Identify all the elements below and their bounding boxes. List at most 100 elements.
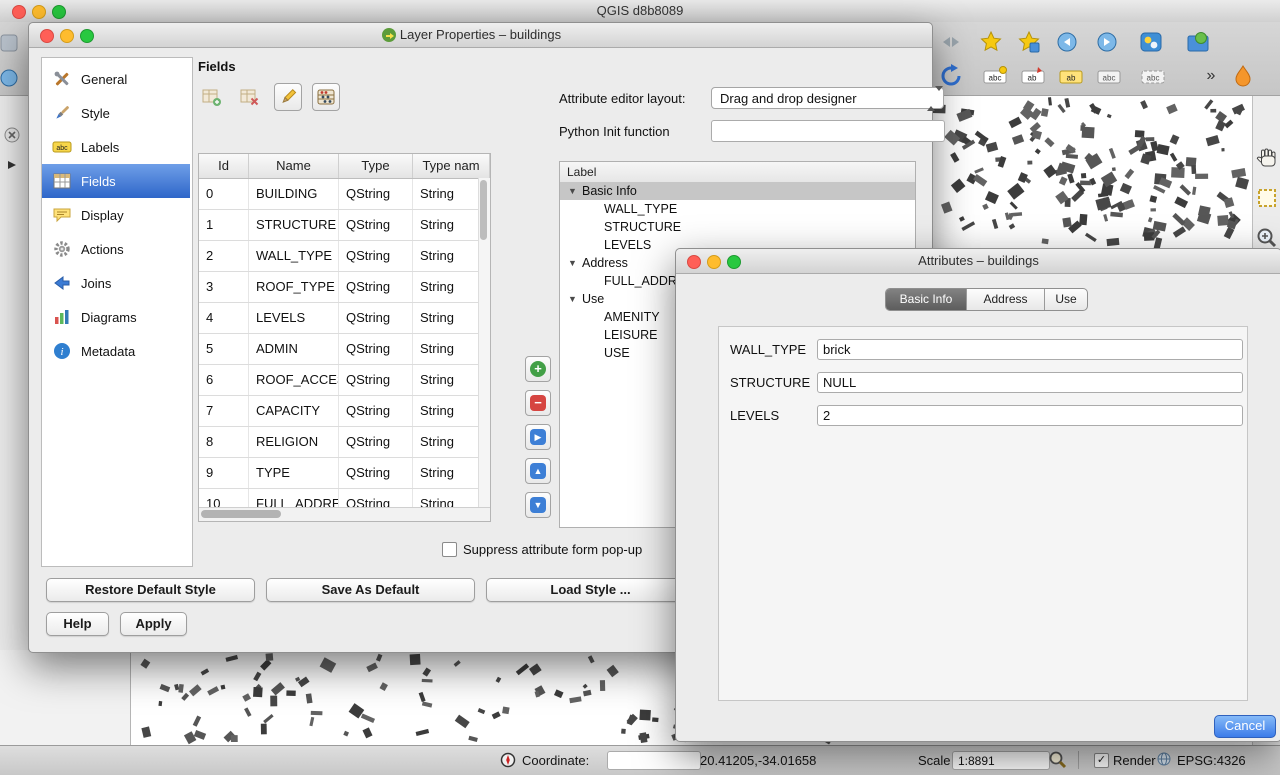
tab-basic-info[interactable]: Basic Info <box>886 289 967 310</box>
minimize-dialog-button[interactable] <box>707 255 721 269</box>
style-droplet-icon[interactable] <box>1228 61 1258 91</box>
label-highlight-icon[interactable]: ab <box>1056 61 1086 91</box>
table-row[interactable]: 5ADMINQStringString <box>199 334 490 365</box>
table-row[interactable]: 6ROOF_ACCESQStringString <box>199 365 490 396</box>
attributes-form: WALL_TYPE STRUCTURE LEVELS <box>718 326 1248 701</box>
sidebar-item-actions[interactable]: Actions <box>42 232 190 266</box>
save-as-default-button[interactable]: Save As Default <box>266 578 475 602</box>
scale-input[interactable] <box>952 751 1050 770</box>
sidebar-item-fields[interactable]: Fields <box>42 164 190 198</box>
designer-move-up-button[interactable]: ▲ <box>525 458 551 484</box>
table-row[interactable]: 8RELIGIONQStringString <box>199 427 490 458</box>
zoom-window-button[interactable] <box>52 5 66 19</box>
new-column-button[interactable] <box>198 83 224 109</box>
scale-magnifier-icon[interactable] <box>1048 750 1068 770</box>
designer-move-down-button[interactable]: ▼ <box>525 492 551 518</box>
python-init-label: Python Init function <box>559 124 670 139</box>
sidebar-item-metadata[interactable]: i Metadata <box>42 334 190 368</box>
table-row[interactable]: 9TYPEQStringString <box>199 458 490 489</box>
svg-text:ab: ab <box>1067 74 1076 83</box>
coordinate-input[interactable] <box>607 751 701 770</box>
tree-item[interactable]: ▼Basic Info <box>560 182 915 200</box>
render-checkbox[interactable]: ✓ <box>1094 753 1109 768</box>
tree-item[interactable]: STRUCTURE <box>560 218 915 236</box>
partial-toolbar-icon[interactable] <box>0 63 24 93</box>
close-dialog-button[interactable] <box>687 255 701 269</box>
cancel-button[interactable]: Cancel <box>1214 715 1276 738</box>
coordinate-label: Coordinate: <box>522 753 589 768</box>
new-bookmark-icon[interactable] <box>976 27 1006 57</box>
python-init-input[interactable] <box>711 120 945 142</box>
zoom-dialog-button[interactable] <box>80 29 94 43</box>
tab-use[interactable]: Use <box>1045 289 1087 310</box>
toggle-editing-button[interactable] <box>274 83 302 111</box>
close-window-button[interactable] <box>12 5 26 19</box>
python-console-icon[interactable] <box>1136 27 1166 57</box>
suppress-form-checkbox[interactable] <box>442 542 457 557</box>
sidebar-item-display[interactable]: Display <box>42 198 190 232</box>
sidebar-item-joins[interactable]: Joins <box>42 266 190 300</box>
show-bookmarks-icon[interactable] <box>1014 27 1044 57</box>
zoom-previous-icon[interactable] <box>1052 27 1082 57</box>
tree-item[interactable]: WALL_TYPE <box>560 200 915 218</box>
sidebar-item-diagrams[interactable]: Diagrams <box>42 300 190 334</box>
main-window-titlebar[interactable]: QGIS d8b8089 <box>0 0 1280 23</box>
pan-hand-icon[interactable] <box>1255 146 1279 170</box>
zoom-next-icon[interactable] <box>1092 27 1122 57</box>
label-move-icon[interactable]: abc <box>1094 61 1124 91</box>
field-calculator-button[interactable] <box>312 83 340 111</box>
attributes-titlebar[interactable]: Attributes – buildings <box>676 249 1280 274</box>
column-header[interactable]: Id <box>199 154 249 178</box>
wall-type-input[interactable] <box>817 339 1243 360</box>
column-header[interactable]: Type <box>339 154 413 178</box>
table-row[interactable]: 7CAPACITYQStringString <box>199 396 490 427</box>
plugin-manager-icon[interactable] <box>1183 27 1213 57</box>
panel-collapse-icon[interactable] <box>6 159 18 171</box>
zoom-in-icon[interactable] <box>1255 226 1279 250</box>
table-vertical-scrollbar[interactable] <box>478 178 490 508</box>
minimize-dialog-button[interactable] <box>60 29 74 43</box>
sidebar-item-general[interactable]: General <box>42 62 190 96</box>
help-button[interactable]: Help <box>46 612 109 636</box>
structure-input[interactable] <box>817 372 1243 393</box>
close-dialog-button[interactable] <box>40 29 54 43</box>
designer-remove-button[interactable]: − <box>525 390 551 416</box>
toolbar-overflow-chevron[interactable]: » <box>1196 61 1226 91</box>
designer-add-button[interactable]: + <box>525 356 551 382</box>
delete-column-button[interactable] <box>236 83 262 109</box>
table-row[interactable]: 3ROOF_TYPEQStringString <box>199 272 490 303</box>
select-region-icon[interactable] <box>1255 186 1279 210</box>
layer-properties-titlebar[interactable]: Layer Properties – buildings <box>29 23 932 48</box>
minimize-window-button[interactable] <box>32 5 46 19</box>
sidebar-item-style[interactable]: Style <box>42 96 190 130</box>
table-row[interactable]: 0BUILDINGQStringString <box>199 179 490 210</box>
table-row[interactable]: 4LEVELSQStringString <box>199 303 490 334</box>
crs-status[interactable]: EPSG:4326 <box>1177 753 1246 768</box>
disclosure-icon[interactable]: ▼ <box>568 290 577 308</box>
pan-arrows-icon[interactable] <box>936 27 966 57</box>
apply-button[interactable]: Apply <box>120 612 187 636</box>
label-pin-icon[interactable]: ab <box>1018 61 1048 91</box>
designer-add-field-button[interactable]: ▶ <box>525 424 551 450</box>
label-change-icon[interactable]: abc <box>1138 61 1168 91</box>
column-header[interactable]: Type nam <box>413 154 490 178</box>
levels-input[interactable] <box>817 405 1243 426</box>
fields-table-header[interactable]: Id Name Type Type nam <box>199 154 490 179</box>
projection-icon[interactable] <box>1156 751 1172 767</box>
table-row[interactable]: 1STRUCTUREQStringString <box>199 210 490 241</box>
table-row[interactable]: 2WALL_TYPEQStringString <box>199 241 490 272</box>
load-style-button[interactable]: Load Style ... <box>486 578 695 602</box>
disclosure-icon[interactable]: ▼ <box>568 182 577 200</box>
partial-toolbar-icon[interactable] <box>0 28 24 58</box>
zoom-dialog-button[interactable] <box>727 255 741 269</box>
attribute-editor-layout-dropdown[interactable]: Drag and drop designer <box>711 87 944 109</box>
tracking-compass-icon[interactable] <box>500 752 516 768</box>
sidebar-item-labels[interactable]: abc Labels <box>42 130 190 164</box>
close-panel-icon[interactable] <box>3 126 21 144</box>
restore-default-style-button[interactable]: Restore Default Style <box>46 578 255 602</box>
table-horizontal-scrollbar[interactable] <box>199 507 490 521</box>
tab-address[interactable]: Address <box>967 289 1045 310</box>
disclosure-icon[interactable]: ▼ <box>568 254 577 272</box>
column-header[interactable]: Name <box>249 154 339 178</box>
label-abc-icon[interactable]: abc <box>980 61 1010 91</box>
